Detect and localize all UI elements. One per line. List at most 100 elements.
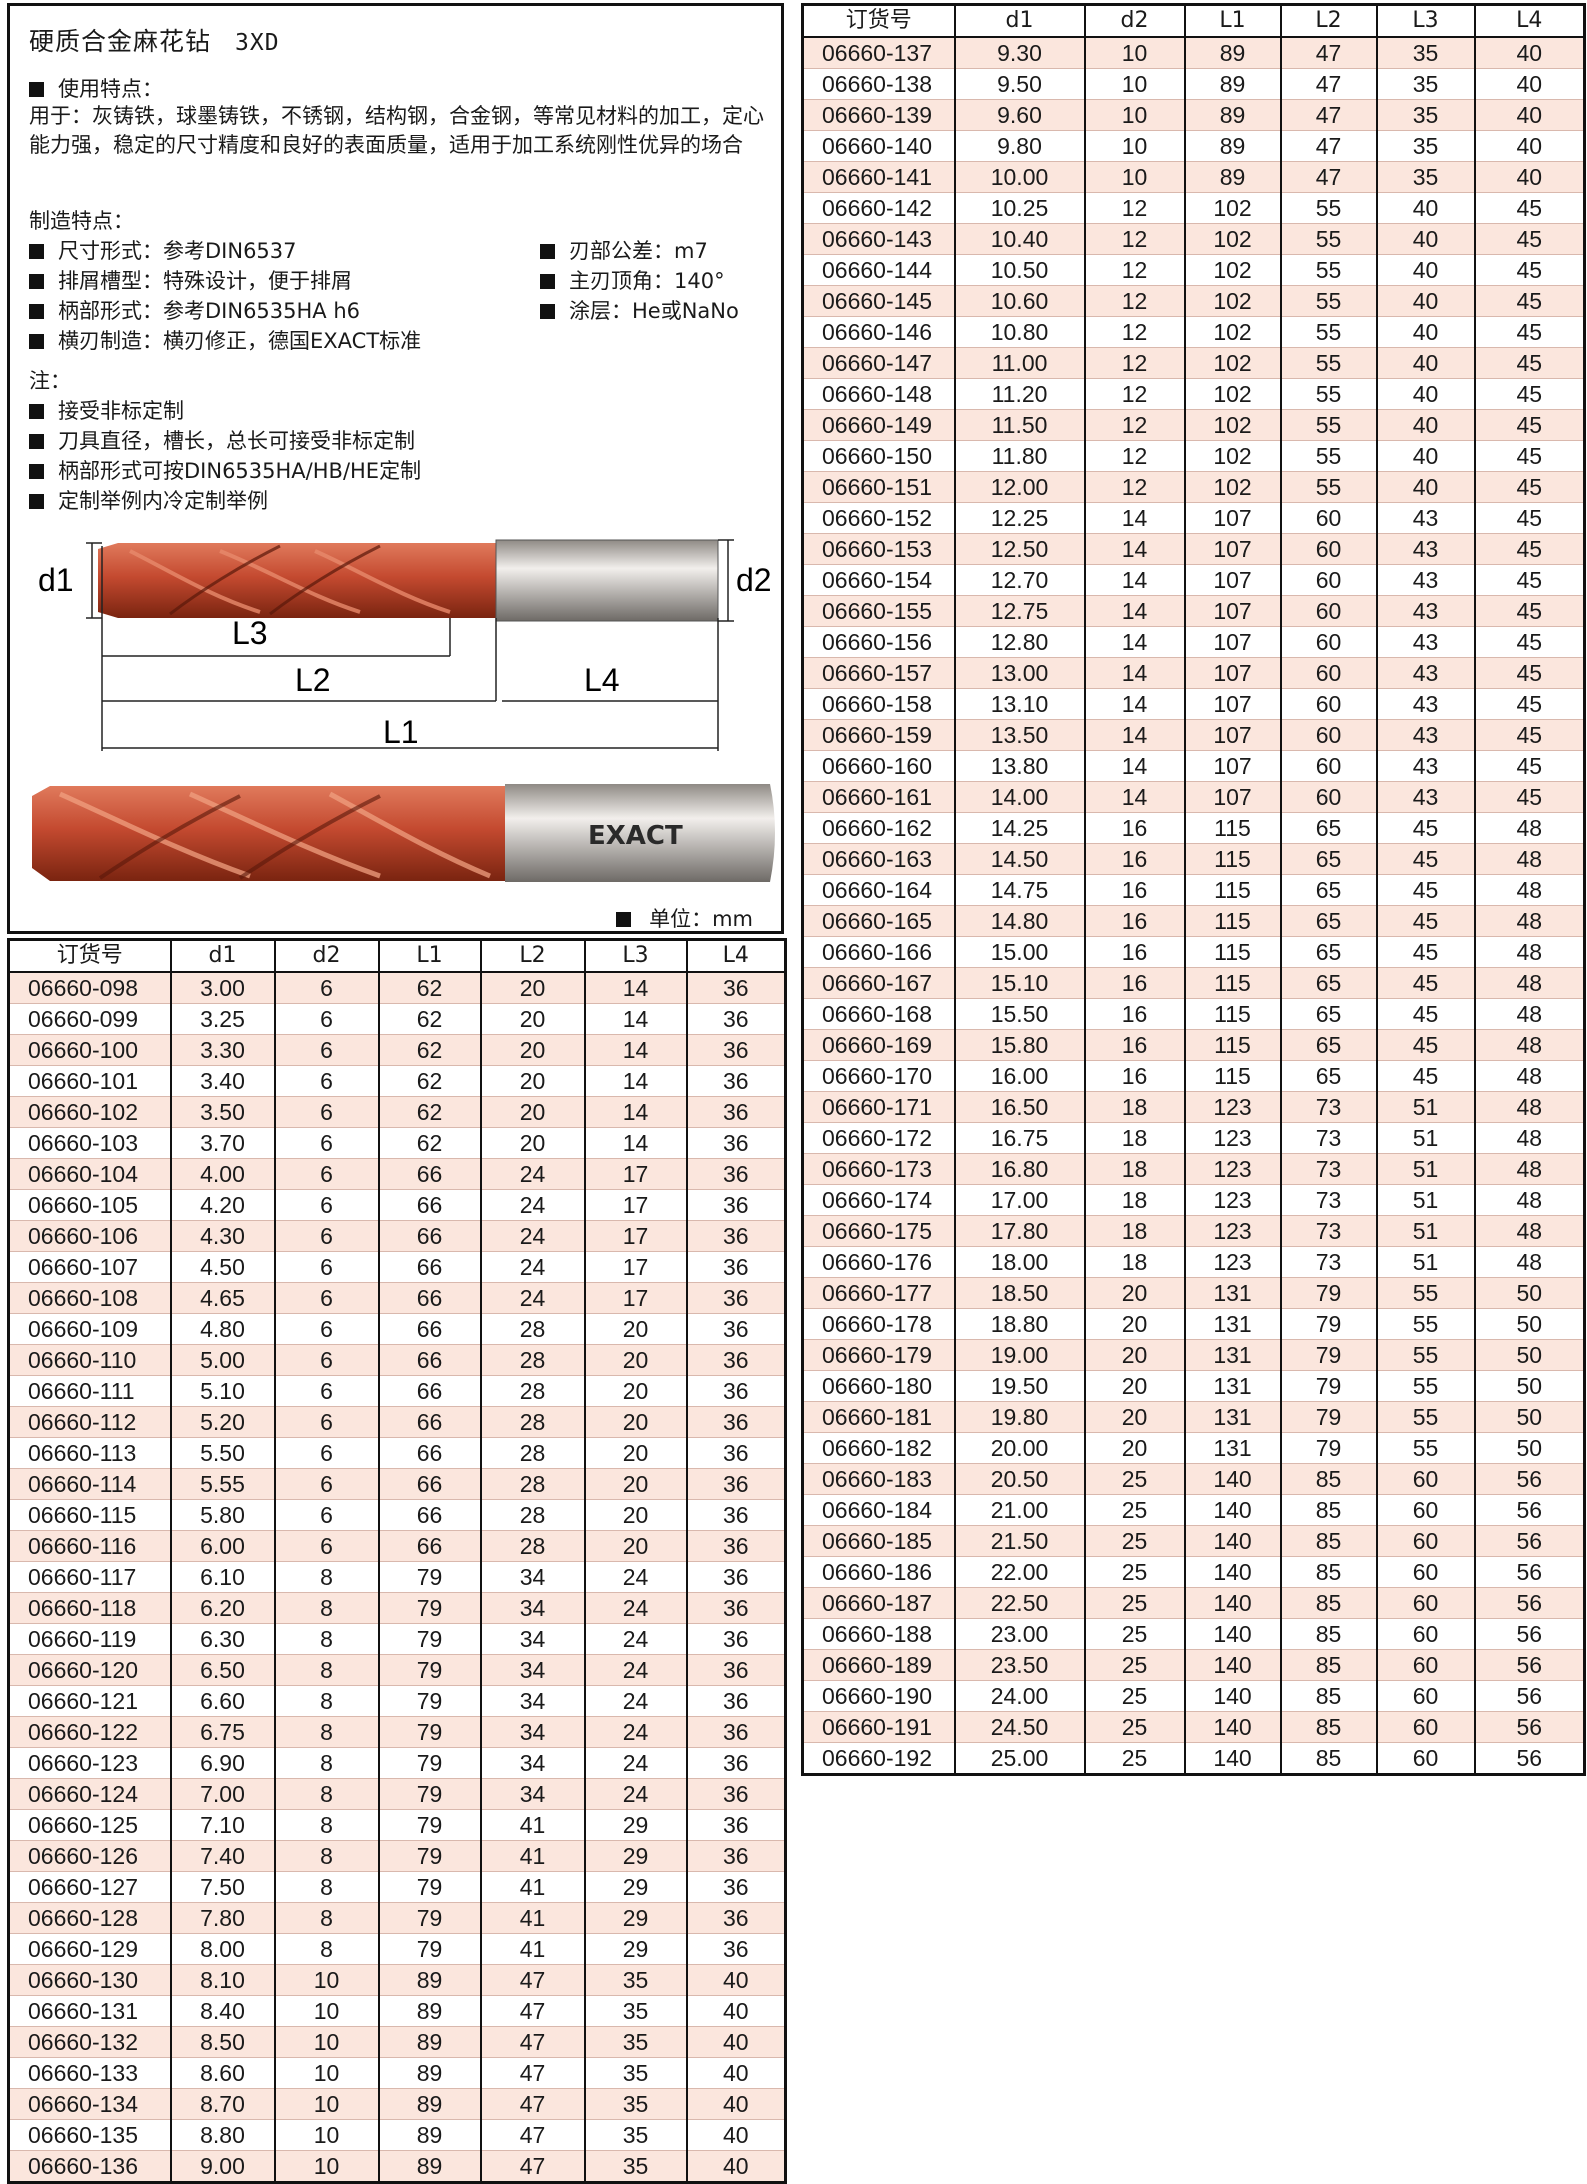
dimension-cell: 51: [1375, 1091, 1476, 1123]
table-row: 06660-184 21.00 25 140 85 60 56: [801, 1494, 1586, 1526]
dimension-cell: 51: [1375, 1215, 1476, 1247]
dimension-cell: 40: [1375, 192, 1476, 224]
dimension-cell: 89: [1183, 130, 1282, 162]
dimension-cell: 48: [1473, 1184, 1586, 1216]
dimension-cell: 34: [479, 1592, 586, 1624]
dimension-cell: 65: [1279, 1029, 1378, 1061]
order-number-cell: 06660-179: [801, 1339, 956, 1371]
order-number-cell: 06660-190: [801, 1680, 956, 1712]
dimension-cell: 43: [1375, 502, 1476, 534]
table-row: 06660-180 19.50 20 131 79 55 50: [801, 1370, 1586, 1402]
dimension-cell: 115: [1183, 812, 1282, 844]
dimension-cell: 102: [1183, 440, 1282, 472]
table-row: 06660-167 15.10 16 115 65 45 48: [801, 967, 1586, 999]
dimension-cell: 6.30: [169, 1623, 276, 1655]
table-row: 06660-164 14.75 16 115 65 45 48: [801, 874, 1586, 906]
dimension-cell: 60: [1375, 1649, 1476, 1681]
table-row: 06660-130 8.10 10 89 47 35 40: [7, 1964, 787, 1996]
dimension-cell: 8: [273, 1902, 380, 1934]
dimension-cell: 11.50: [953, 409, 1086, 441]
dimension-cell: 14: [583, 1096, 688, 1128]
dimension-cell: 14.00: [953, 781, 1086, 813]
table-row: 06660-143 10.40 12 102 55 40 45: [801, 223, 1586, 255]
dimension-cell: 6: [273, 1437, 380, 1469]
dimension-cell: 36: [685, 1313, 787, 1345]
dimension-cell: 18: [1083, 1184, 1186, 1216]
dimension-cell: 60: [1375, 1556, 1476, 1588]
dimension-cell: 24: [583, 1592, 688, 1624]
dimension-cell: 65: [1279, 1060, 1378, 1092]
dimension-cell: 16: [1083, 1029, 1186, 1061]
order-number-cell: 06660-172: [801, 1122, 956, 1154]
dimension-cell: 43: [1375, 719, 1476, 751]
dimension-cell: 24: [583, 1716, 688, 1748]
dimension-cell: 48: [1473, 812, 1586, 844]
table-row: 06660-119 6.30 8 79 34 24 36: [7, 1623, 787, 1655]
dimension-cell: 6.60: [169, 1685, 276, 1717]
table-row: 06660-121 6.60 8 79 34 24 36: [7, 1685, 787, 1717]
table-row: 06660-099 3.25 6 62 20 14 36: [7, 1003, 787, 1035]
dimension-cell: 14: [583, 1034, 688, 1066]
table-row: 06660-122 6.75 8 79 34 24 36: [7, 1716, 787, 1748]
dimension-cell: 45: [1473, 657, 1586, 689]
order-number-cell: 06660-160: [801, 750, 956, 782]
order-number-cell: 06660-149: [801, 409, 956, 441]
dimension-cell: 140: [1183, 1494, 1282, 1526]
order-number-cell: 06660-167: [801, 967, 956, 999]
dimension-cell: 79: [1279, 1277, 1378, 1309]
dimension-cell: 25: [1083, 1494, 1186, 1526]
dimension-cell: 55: [1279, 409, 1378, 441]
dimension-cell: 17: [583, 1158, 688, 1190]
order-number-cell: 06660-100: [7, 1034, 172, 1066]
dimension-cell: 50: [1473, 1277, 1586, 1309]
dimension-cell: 140: [1183, 1742, 1282, 1775]
order-number-cell: 06660-132: [7, 2026, 172, 2058]
dimension-cell: 24.50: [953, 1711, 1086, 1743]
dimension-cell: 140: [1183, 1463, 1282, 1495]
dimension-cell: 10.00: [953, 161, 1086, 193]
order-number-cell: 06660-136: [7, 2150, 172, 2183]
table-row: 06660-142 10.25 12 102 55 40 45: [801, 192, 1586, 224]
dimension-cell: 45: [1375, 812, 1476, 844]
dimension-cell: 36: [685, 1778, 787, 1810]
order-number-cell: 06660-128: [7, 1902, 172, 1934]
dimension-cell: 48: [1473, 967, 1586, 999]
dimension-cell: 24: [583, 1778, 688, 1810]
table-row: 06660-173 16.80 18 123 73 51 48: [801, 1153, 1586, 1185]
table-row: 06660-155 12.75 14 107 60 43 45: [801, 595, 1586, 627]
dimension-cell: 45: [1375, 998, 1476, 1030]
dimension-cell: 48: [1473, 1029, 1586, 1061]
table-row: 06660-144 10.50 12 102 55 40 45: [801, 254, 1586, 286]
dimension-cell: 20: [479, 1127, 586, 1159]
dimension-cell: 62: [377, 1127, 482, 1159]
dimension-cell: 79: [377, 1747, 482, 1779]
dimension-cell: 12: [1083, 316, 1186, 348]
dimension-cell: 47: [479, 2150, 586, 2183]
dimension-cell: 6.50: [169, 1654, 276, 1686]
dimension-cell: 79: [1279, 1370, 1378, 1402]
dimension-cell: 35: [583, 1964, 688, 1996]
table-row: 06660-137 9.30 10 89 47 35 40: [801, 37, 1586, 69]
dimension-cell: 3.70: [169, 1127, 276, 1159]
dimension-cell: 50: [1473, 1370, 1586, 1402]
order-number-cell: 06660-145: [801, 285, 956, 317]
table-row: 06660-131 8.40 10 89 47 35 40: [7, 1995, 787, 2027]
table-row: 06660-166 15.00 16 115 65 45 48: [801, 936, 1586, 968]
order-number-cell: 06660-168: [801, 998, 956, 1030]
table-row: 06660-135 8.80 10 89 47 35 40: [7, 2119, 787, 2151]
order-number-cell: 06660-150: [801, 440, 956, 472]
dimension-cell: 36: [685, 1282, 787, 1314]
order-number-cell: 06660-155: [801, 595, 956, 627]
dimension-cell: 41: [479, 1902, 586, 1934]
dimension-cell: 28: [479, 1530, 586, 1562]
dimension-cell: 66: [377, 1499, 482, 1531]
dimension-cell: 89: [1183, 99, 1282, 131]
table-row: 06660-101 3.40 6 62 20 14 36: [7, 1065, 787, 1097]
dimension-cell: 16: [1083, 998, 1186, 1030]
order-number-cell: 06660-142: [801, 192, 956, 224]
dimension-cell: 25: [1083, 1556, 1186, 1588]
dimension-cell: 10: [273, 2026, 380, 2058]
dimension-cell: 14: [583, 1065, 688, 1097]
dimension-cell: 28: [479, 1437, 586, 1469]
dimension-cell: 56: [1473, 1680, 1586, 1712]
